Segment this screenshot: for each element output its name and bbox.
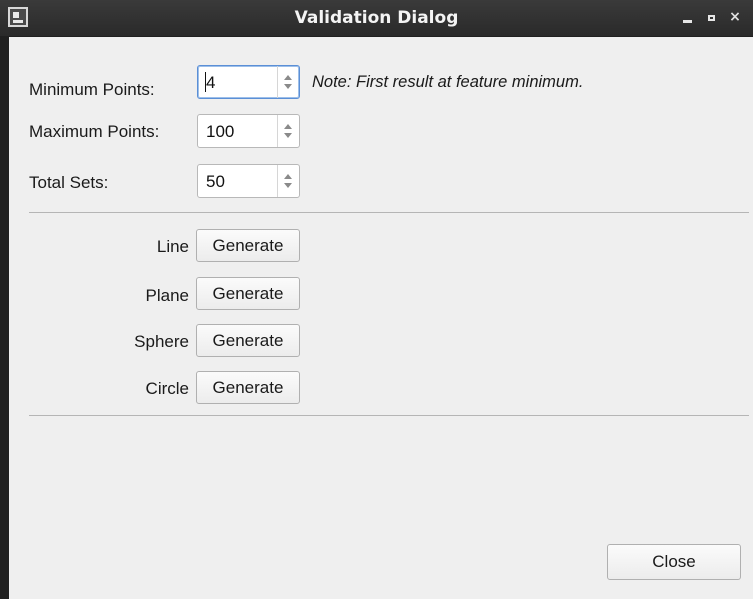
increment-arrow-icon[interactable] [284, 174, 292, 179]
sphere-label: Sphere [134, 332, 189, 351]
total-sets-stepper[interactable] [277, 165, 299, 197]
dialog-body: Minimum Points: 4 Note: First result at … [9, 37, 753, 599]
dialog-window: Validation Dialog × Minimum Points: 4 No… [0, 0, 753, 599]
minimum-points-spinbox[interactable]: 4 [197, 65, 300, 99]
maximize-button[interactable] [703, 8, 721, 26]
window-close-button[interactable]: × [726, 8, 744, 26]
increment-arrow-icon[interactable] [284, 124, 292, 129]
close-icon: × [729, 9, 741, 25]
total-sets-value[interactable]: 50 [206, 172, 225, 192]
decrement-arrow-icon[interactable] [284, 133, 292, 138]
maximize-icon [708, 15, 715, 21]
maximum-points-stepper[interactable] [277, 115, 299, 147]
window-title: Validation Dialog [294, 8, 459, 28]
total-sets-label: Total Sets: [29, 173, 109, 192]
line-label: Line [156, 237, 189, 256]
decrement-arrow-icon[interactable] [284, 183, 292, 188]
minimize-button[interactable] [679, 8, 697, 26]
maximum-points-spinbox[interactable]: 100 [197, 114, 300, 148]
separator-top [29, 212, 749, 213]
plane-label: Plane [145, 286, 189, 305]
title-bar[interactable]: Validation Dialog × [0, 0, 753, 36]
separator-bottom [29, 415, 749, 416]
total-sets-spinbox[interactable]: 50 [197, 164, 300, 198]
maximum-points-label: Maximum Points: [29, 122, 160, 141]
decrement-arrow-icon[interactable] [284, 84, 292, 89]
minimize-icon [683, 20, 692, 23]
generate-circle-button[interactable]: Generate [196, 371, 300, 404]
note-text: Note: First result at feature minimum. [312, 73, 584, 91]
close-button[interactable]: Close [607, 544, 741, 580]
increment-arrow-icon[interactable] [284, 75, 292, 80]
minimum-points-label: Minimum Points: [29, 80, 155, 99]
circle-label: Circle [145, 379, 189, 398]
maximum-points-value[interactable]: 100 [206, 122, 234, 142]
minimum-points-value[interactable]: 4 [206, 73, 215, 93]
minimum-points-stepper[interactable] [277, 66, 299, 98]
generate-plane-button[interactable]: Generate [196, 277, 300, 310]
generate-sphere-button[interactable]: Generate [196, 324, 300, 357]
generate-line-button[interactable]: Generate [196, 229, 300, 262]
